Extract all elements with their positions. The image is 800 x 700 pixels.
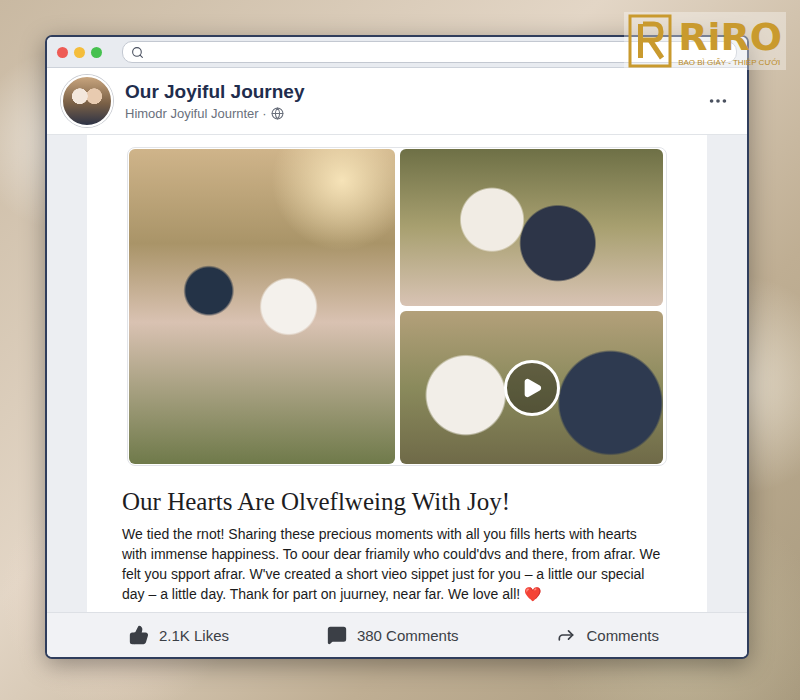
close-dot[interactable] [57,47,68,58]
brand-logo: RiROBAO BÌ GIẤY - THIỆP CƯỚI [624,12,786,70]
comment-icon [327,625,347,645]
search-icon [131,46,144,59]
thumbs-up-icon [129,625,149,645]
post-heading: Our Hearts Are Olveflweing With Joy! [122,488,667,516]
page: Our Joyiful Journey Himodr Joyiful Journt… [0,0,800,700]
play-icon [521,377,543,399]
minimize-dot[interactable] [74,47,85,58]
maximize-dot[interactable] [91,47,102,58]
action-label: 380 Comments [357,627,459,644]
globe-icon [271,107,284,120]
page-name[interactable]: Our Joyiful Journey [125,81,691,103]
more-button[interactable] [703,86,733,116]
photo[interactable] [129,149,395,464]
logo-tagline: BAO BÌ GIẤY - THIỆP CƯỚI [678,58,782,67]
page-avatar[interactable] [61,75,113,127]
post-body: We tied the rnot! Sharing these precious… [122,524,662,604]
media-grid [127,147,667,466]
logo-name: RiRO [678,16,782,58]
browser-window: Our Joyiful Journey Himodr Joyiful Journt… [45,35,749,659]
comment-action[interactable]: 380 Comments [327,625,459,645]
subtitle-text: Himodr Joyiful Journter · [125,106,267,121]
action-label: Comments [586,627,659,644]
logo-mark-icon [628,14,672,68]
photo[interactable] [400,149,663,306]
post-subtitle: Himodr Joyiful Journter · [125,106,691,121]
share-icon [556,625,576,645]
post-header: Our Joyiful Journey Himodr Joyiful Journt… [47,68,747,135]
logo-text: RiROBAO BÌ GIẤY - THIỆP CƯỚI [678,16,782,67]
post-card: Our Hearts Are Olveflweing With Joy! We t… [87,135,707,612]
video-thumbnail[interactable] [400,311,663,464]
action-label: 2.1K Likes [159,627,229,644]
play-button[interactable] [504,360,560,416]
header-text: Our Joyiful Journey Himodr Joyiful Journt… [125,81,691,121]
post-content: Our Hearts Are Olveflweing With Joy! We t… [47,135,747,612]
like-action[interactable]: 2.1K Likes [129,625,229,645]
share-action[interactable]: Comments [556,625,659,645]
more-icon [707,90,729,112]
post-actions: 2.1K Likes 380 Comments Comments [47,612,747,657]
